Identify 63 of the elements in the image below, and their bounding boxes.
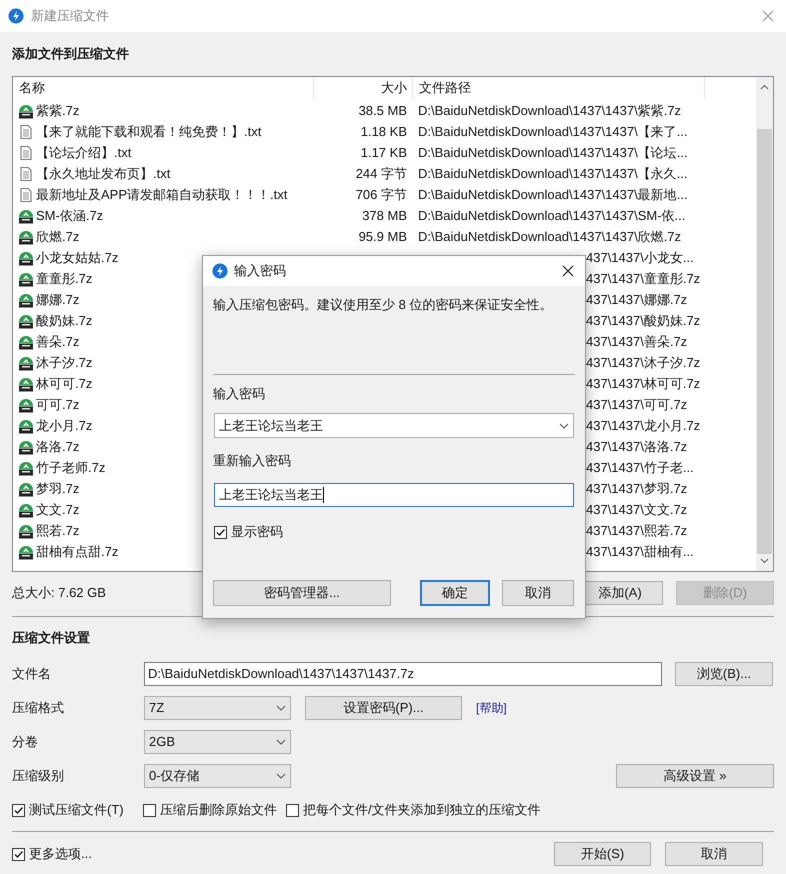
file-path: 437\1437\熙若.7z <box>586 522 688 538</box>
file-name: 童童彤.7z <box>36 270 92 288</box>
file-name: 梦羽.7z <box>36 480 80 498</box>
file-path: 437\1437\可可.7z <box>586 396 688 412</box>
file-name: 娜娜.7z <box>36 290 80 309</box>
field-label: 压缩格式 <box>12 699 65 718</box>
file-name: 熙若.7z <box>36 522 80 540</box>
file-path: 437\1437\娜娜.7z <box>586 292 688 307</box>
file-name: 甜柚有点甜.7z <box>36 542 118 561</box>
field-label: 分卷 <box>12 733 39 752</box>
file-name: 欣燃.7z <box>36 228 80 246</box>
file-name: 【论坛介绍】.txt <box>36 144 132 162</box>
file-name: 林可可.7z <box>36 374 92 393</box>
file-path: 437\1437\洛洛.7z <box>586 438 688 454</box>
dialog-title: 输入密码 <box>234 262 287 280</box>
file-path: 437\1437\善朵.7z <box>586 334 688 349</box>
file-size: 38.5 MB <box>358 102 407 118</box>
file-name: 小龙女姑姑.7z <box>36 248 118 267</box>
file-path: D:\BaiduNetdiskDownload\1437\1437\最新地... <box>418 186 688 202</box>
file-name: 沐子汐.7z <box>36 354 92 372</box>
field-label: 压缩级别 <box>12 767 65 786</box>
file-path: 437\1437\梦羽.7z <box>586 480 688 496</box>
file-path: 437\1437\酸奶妹.7z <box>586 312 700 328</box>
file-size: 378 MB <box>362 208 407 223</box>
file-path: 437\1437\龙小月.7z <box>586 418 700 433</box>
section-heading: 添加文件到压缩文件 <box>12 45 130 64</box>
file-path: 437\1437\文文.7z <box>586 502 688 517</box>
file-name: 最新地址及APP请发邮箱自动获取！！！.txt <box>36 186 288 204</box>
file-path: D:\BaiduNetdiskDownload\1437\1437\SM-依... <box>418 208 686 223</box>
window-title: 新建压缩文件 <box>31 7 110 26</box>
file-path: D:\BaiduNetdiskDownload\1437\1437\【论坛... <box>418 144 688 160</box>
file-size: 1.17 KB <box>360 144 407 160</box>
file-path: D:\BaiduNetdiskDownload\1437\1437\紫紫.7z <box>418 102 682 118</box>
file-name: 文文.7z <box>36 500 80 519</box>
file-name: 【永久地址发布页】.txt <box>36 164 170 183</box>
file-size: 95.9 MB <box>358 228 407 244</box>
file-size: 1.18 KB <box>360 124 407 139</box>
file-path: D:\BaiduNetdiskDownload\1437\1437\【来了... <box>418 124 688 139</box>
file-path: D:\BaiduNetdiskDownload\1437\1437\【永久... <box>418 166 688 181</box>
field-label: 输入密码 <box>213 385 266 404</box>
file-name: 龙小月.7z <box>36 416 92 435</box>
section-heading: 压缩文件设置 <box>12 629 91 648</box>
file-path: D:\BaiduNetdiskDownload\1437\1437\欣燃.7z <box>418 228 682 244</box>
file-path: 437\1437\甜柚有... <box>586 544 694 559</box>
file-size: 244 字节 <box>356 166 407 181</box>
file-name: 紫紫.7z <box>36 102 80 120</box>
file-name: SM-依涵.7z <box>36 206 104 225</box>
file-name: 善朵.7z <box>36 332 80 351</box>
file-path: 437\1437\竹子老... <box>586 460 694 475</box>
file-name: 竹子老师.7z <box>36 458 106 477</box>
total-size: 总大小: 7.62 GB <box>12 584 106 602</box>
file-size: 706 字节 <box>356 186 407 202</box>
file-path: 437\1437\林可可.7z <box>586 376 700 391</box>
file-path: 437\1437\小龙女... <box>586 250 694 265</box>
file-name: 【来了就能下载和观看！纯免费！】.txt <box>36 122 262 141</box>
file-name: 洛洛.7z <box>36 438 80 456</box>
field-label: 文件名 <box>12 665 52 684</box>
file-path: 437\1437\沐子汐.7z <box>586 354 700 370</box>
file-name: 可可.7z <box>36 396 80 414</box>
file-name: 酸奶妹.7z <box>36 312 92 330</box>
file-path: 437\1437\童童彤.7z <box>586 270 700 286</box>
field-label: 重新输入密码 <box>213 452 292 470</box>
dialog-message: 输入压缩包密码。建议使用至少 8 位的密码来保证安全性。 <box>213 296 554 314</box>
